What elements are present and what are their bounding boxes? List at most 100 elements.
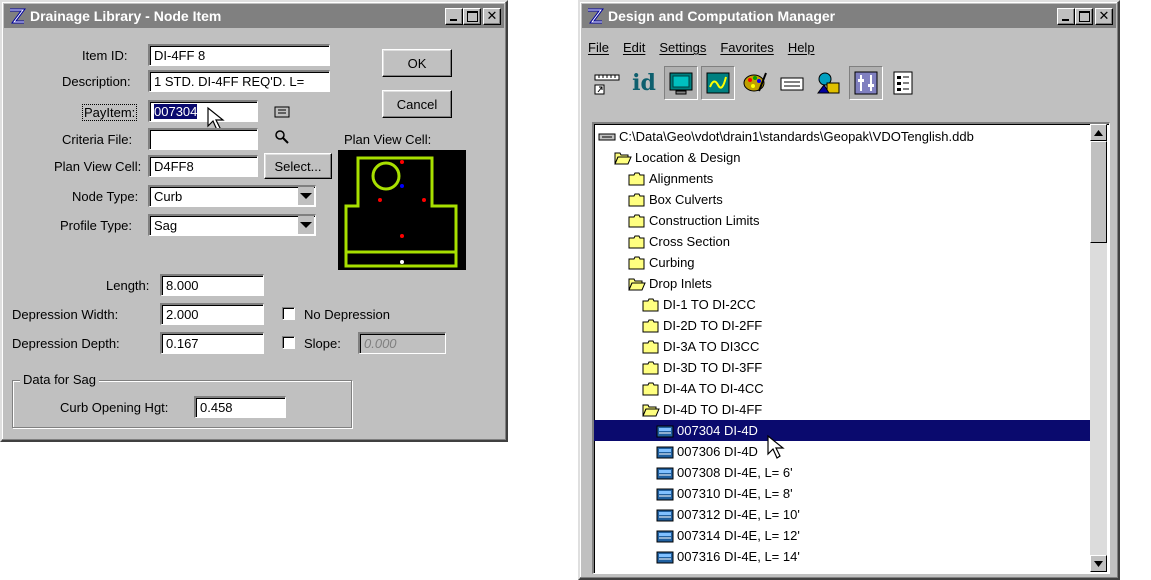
folder-icon [628, 193, 645, 206]
payitem-lookup-icon[interactable] [274, 106, 290, 118]
settings-icon[interactable] [849, 66, 883, 100]
tree-item[interactable]: C:\Data\Geo\vdot\drain1\standards\Geopak… [594, 126, 1091, 147]
keyboard-icon[interactable] [775, 66, 809, 100]
payitem-value: 007304 [154, 104, 198, 119]
minimize-button[interactable] [1057, 7, 1075, 25]
scroll-down-button[interactable] [1090, 555, 1107, 572]
id-text: id [632, 70, 656, 96]
search-icon[interactable] [274, 129, 290, 145]
scroll-up-button[interactable] [1090, 124, 1107, 141]
tree-item[interactable]: Location & Design [594, 147, 1091, 168]
tree-item-selected[interactable]: 007304 DI-4D [594, 420, 1091, 441]
depression-depth-field[interactable]: 0.167 [160, 332, 264, 354]
menu-help[interactable]: Help [788, 40, 815, 55]
description-field[interactable]: 1 STD. DI-4FF REQ'D. L= [148, 70, 330, 92]
tree-item[interactable]: Construction Limits [594, 210, 1091, 231]
menu-favorites[interactable]: Favorites [720, 40, 773, 55]
tree-view[interactable]: C:\Data\Geo\vdot\drain1\standards\Geopak… [592, 122, 1110, 574]
description-label: Description: [62, 74, 131, 89]
close-button[interactable]: ✕ [483, 7, 501, 25]
tree-item-label: Construction Limits [649, 213, 760, 228]
cell-preview-image [338, 150, 466, 270]
node-type-select[interactable]: Curb [148, 185, 316, 207]
payitem-field[interactable]: 007304 [148, 100, 258, 122]
tree-item[interactable]: DI-2D TO DI-2FF [594, 315, 1091, 336]
folder-open-icon [628, 278, 646, 290]
tree-item[interactable]: Cross Section [594, 231, 1091, 252]
maximize-button[interactable] [1075, 7, 1093, 25]
properties-icon[interactable] [886, 66, 920, 100]
depression-width-label: Depression Width: [12, 307, 119, 322]
scroll-thumb[interactable] [1090, 141, 1107, 243]
tree-item[interactable]: DI-1 TO DI-2CC [594, 294, 1091, 315]
tree-item[interactable]: DI-3D TO DI-3FF [594, 357, 1091, 378]
tree-item[interactable]: 007306 DI-4D [594, 441, 1091, 462]
shapes-icon[interactable] [812, 66, 846, 100]
depression-width-field[interactable]: 2.000 [160, 303, 264, 325]
monitor-icon[interactable] [664, 66, 698, 100]
tree-item[interactable]: Curbing [594, 252, 1091, 273]
folder-open-icon [614, 152, 632, 164]
cancel-button[interactable]: Cancel [382, 90, 452, 118]
item-id-label: Item ID: [82, 48, 128, 63]
chevron-down-icon[interactable] [298, 216, 314, 234]
slope-label: Slope: [304, 336, 341, 351]
node-item-dialog: Drainage Library - Node Item ✕ Item ID: … [0, 0, 508, 442]
vertical-scrollbar[interactable] [1090, 124, 1107, 572]
maximize-button[interactable] [463, 7, 481, 25]
dialog-title: Drainage Library - Node Item [30, 8, 222, 24]
tree-item-label: Cross Section [649, 234, 730, 249]
criteria-file-field[interactable] [148, 128, 258, 150]
length-field[interactable]: 8.000 [160, 274, 264, 296]
close-button[interactable]: ✕ [1095, 7, 1113, 25]
no-depression-checkbox[interactable] [282, 307, 295, 320]
folder-icon [642, 319, 659, 332]
tree-item-label: C:\Data\Geo\vdot\drain1\standards\Geopak… [619, 129, 974, 144]
data-for-sag-title: Data for Sag [20, 372, 99, 387]
menu-edit[interactable]: Edit [623, 40, 645, 55]
menu-file[interactable]: File [588, 40, 609, 55]
tree-item[interactable]: DI-4D TO DI-4FF [594, 399, 1091, 420]
slope-field: 0.000 [358, 332, 446, 354]
profile-type-label: Profile Type: [60, 218, 133, 233]
manager-titlebar[interactable]: Design and Computation Manager ✕ [582, 4, 1116, 28]
mouse-cursor-icon [767, 434, 785, 459]
plan-view-cell-field[interactable]: D4FF8 [148, 155, 258, 177]
manager-title: Design and Computation Manager [608, 8, 836, 24]
chevron-down-icon[interactable] [298, 187, 314, 205]
tree-item-label: DI-1 TO DI-2CC [663, 297, 756, 312]
payitem-label: PayItem: [82, 104, 138, 121]
item-icon [656, 530, 674, 542]
tree-item[interactable]: 007308 DI-4E, L= 6' [594, 462, 1091, 483]
menu-bar: File Edit Settings Favorites Help [588, 40, 815, 55]
tree-item[interactable]: 007314 DI-4E, L= 12' [594, 525, 1091, 546]
tree-item[interactable]: Box Culverts [594, 189, 1091, 210]
tree-item[interactable]: 007310 DI-4E, L= 8' [594, 483, 1091, 504]
select-button[interactable]: Select... [264, 153, 332, 179]
tree-item[interactable]: Alignments [594, 168, 1091, 189]
slope-checkbox[interactable] [282, 336, 295, 349]
geopak-logo-icon [588, 8, 604, 24]
item-icon [656, 509, 674, 521]
tree-item[interactable]: 007312 DI-4E, L= 10' [594, 504, 1091, 525]
item-id-field[interactable]: DI-4FF 8 [148, 44, 330, 66]
profile-type-select[interactable]: Sag [148, 214, 316, 236]
menu-settings[interactable]: Settings [659, 40, 706, 55]
no-depression-label: No Depression [304, 307, 390, 322]
tree-item[interactable]: 007316 DI-4E, L= 14' [594, 546, 1091, 567]
ok-button[interactable]: OK [382, 49, 452, 77]
tree-item[interactable]: DI-3A TO DI3CC [594, 336, 1091, 357]
id-icon[interactable]: id [627, 66, 661, 100]
curb-opening-field[interactable]: 0.458 [194, 396, 286, 418]
minimize-button[interactable] [445, 7, 463, 25]
item-icon [656, 488, 674, 500]
tree-item[interactable]: DI-4A TO DI-4CC [594, 378, 1091, 399]
tree-item[interactable]: Drop Inlets [594, 273, 1091, 294]
draw-icon[interactable] [701, 66, 735, 100]
ruler-icon[interactable] [590, 66, 624, 100]
tree-item-label: 007308 DI-4E, L= 6' [677, 465, 793, 480]
palette-icon[interactable] [738, 66, 772, 100]
folder-icon [628, 172, 645, 185]
dialog-titlebar[interactable]: Drainage Library - Node Item ✕ [4, 4, 504, 28]
tree-item-label: Alignments [649, 171, 714, 186]
